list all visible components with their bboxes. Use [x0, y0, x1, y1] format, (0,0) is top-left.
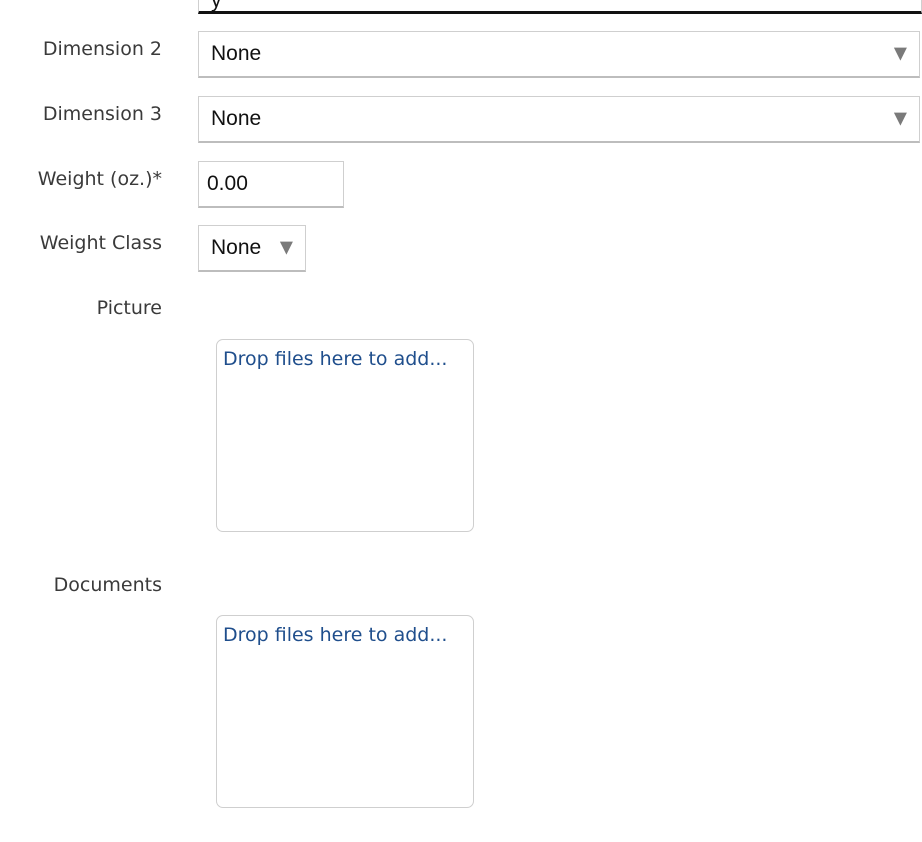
weight-class-label: Weight Class [39, 232, 162, 254]
dimension-2-label: Dimension 2 [42, 38, 162, 60]
weight-label: Weight (oz.)* [37, 168, 162, 190]
documents-dropzone-hint: Drop files here to add... [223, 624, 448, 646]
weight-input[interactable]: 0.00 [198, 161, 344, 208]
dimension-2-selected-value: None [211, 42, 262, 65]
picture-dropzone-hint: Drop files here to add... [223, 348, 448, 370]
chevron-down-icon: ▼ [893, 108, 907, 129]
picture-label: Picture [96, 297, 162, 319]
previous-field-input[interactable]: y [198, 0, 922, 14]
documents-dropzone[interactable]: Drop files here to add... [216, 615, 474, 808]
picture-dropzone[interactable]: Drop files here to add... [216, 339, 474, 532]
documents-label: Documents [53, 574, 162, 596]
weight-value: 0.00 [207, 172, 248, 195]
dimension-3-label: Dimension 3 [42, 103, 162, 125]
dimension-3-selected-value: None [211, 107, 262, 130]
dimension-3-select[interactable]: None ▼ [198, 96, 920, 143]
chevron-down-icon: ▼ [893, 43, 907, 64]
weight-class-select[interactable]: None ▼ [198, 225, 306, 272]
chevron-down-icon: ▼ [279, 237, 293, 258]
weight-class-selected-value: None [211, 236, 262, 259]
previous-field-value: y [211, 0, 222, 12]
dimension-2-select[interactable]: None ▼ [198, 31, 920, 78]
